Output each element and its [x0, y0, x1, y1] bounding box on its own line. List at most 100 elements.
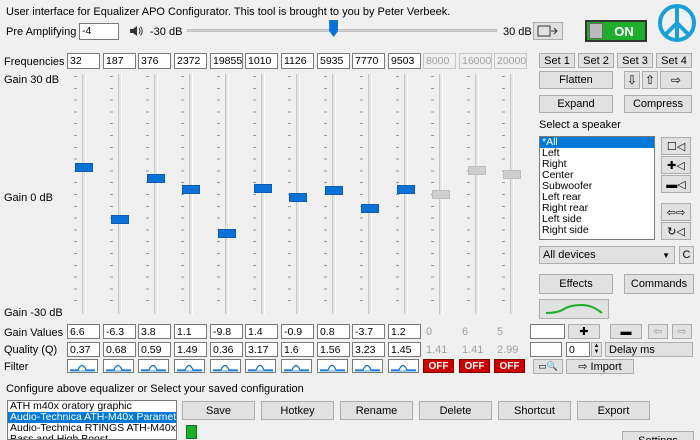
gain-slider-thumb[interactable] — [182, 185, 200, 195]
gain-slider-thumb[interactable] — [218, 228, 236, 238]
shortcut-button[interactable]: Shortcut — [498, 401, 571, 420]
shift-down-button[interactable]: ⇩ — [624, 71, 640, 89]
quality-value-input[interactable]: 3.17 — [245, 342, 278, 357]
gain-slider-track[interactable] — [368, 74, 372, 314]
filter-peak-button[interactable] — [352, 359, 383, 373]
filter-off-button[interactable]: OFF — [423, 359, 454, 373]
save-button[interactable]: Save — [182, 401, 255, 420]
frequency-input[interactable]: 1126 — [281, 53, 314, 69]
remove-band-button[interactable]: ▬ — [610, 324, 642, 339]
flatten-button[interactable]: Flatten — [539, 71, 613, 89]
frequency-input[interactable]: 19855 — [210, 53, 243, 69]
gain-slider-track[interactable] — [225, 74, 229, 314]
gain-value-input[interactable]: 6.6 — [67, 324, 100, 339]
filter-peak-button[interactable] — [245, 359, 276, 373]
c-button[interactable]: C — [679, 246, 694, 264]
gain-value-input[interactable]: -6.3 — [103, 324, 136, 339]
speaker-listbox[interactable]: *All Left Right Center Subwoofer Left rear Rig… — [539, 136, 655, 240]
frequency-input[interactable]: 9503 — [388, 53, 421, 69]
speaker-list-item[interactable]: Right side — [540, 225, 654, 236]
quality-value-input[interactable]: 1.45 — [388, 342, 421, 357]
filter-peak-button[interactable] — [281, 359, 312, 373]
frequency-input[interactable]: 2372 — [174, 53, 207, 69]
export-button[interactable]: Export — [577, 401, 650, 420]
gain-slider-track[interactable] — [475, 74, 479, 314]
gain-slider-track[interactable] — [154, 74, 158, 314]
gain-value-input[interactable]: -3.7 — [352, 324, 385, 339]
filter-peak-button[interactable] — [317, 359, 348, 373]
analyze-button[interactable]: ▭🔍 — [533, 359, 563, 374]
quality-value-input[interactable]: 0.68 — [103, 342, 136, 357]
filter-peak-button[interactable] — [174, 359, 205, 373]
quality-value-input[interactable]: 1.56 — [317, 342, 350, 357]
gain-slider-track[interactable] — [118, 74, 122, 314]
gain-slider-thumb[interactable] — [289, 193, 307, 203]
delay-ms-button[interactable]: Delay ms — [605, 342, 693, 357]
extra-gain-field[interactable] — [530, 324, 565, 339]
commands-button[interactable]: Commands — [624, 274, 694, 294]
gain-slider-track[interactable] — [261, 74, 265, 314]
set-button[interactable]: Set 3 — [617, 53, 653, 68]
frequency-input[interactable]: 5935 — [317, 53, 350, 69]
rename-button[interactable]: Rename — [340, 401, 413, 420]
pre-amp-slider-track[interactable] — [187, 29, 497, 32]
gain-slider-thumb[interactable] — [468, 165, 486, 175]
delete-button[interactable]: Delete — [419, 401, 492, 420]
filter-peak-button[interactable] — [210, 359, 241, 373]
speaker-minus-button[interactable]: ▬◁ — [661, 175, 691, 193]
expand-button[interactable]: Expand — [539, 95, 613, 113]
add-band-button[interactable]: ✚ — [568, 324, 600, 339]
quality-value-input[interactable]: 3.23 — [352, 342, 385, 357]
gain-slider-thumb[interactable] — [397, 184, 415, 194]
delay-spinner[interactable]: ▲ ▼ — [591, 342, 602, 357]
speaker-swap-button[interactable]: ⇦⇨ — [661, 203, 691, 221]
window-resize-button[interactable] — [533, 22, 563, 40]
gain-value-input[interactable]: 1.2 — [388, 324, 421, 339]
set-button[interactable]: Set 1 — [539, 53, 575, 68]
filter-peak-button[interactable] — [67, 359, 98, 373]
filter-peak-button[interactable] — [138, 359, 169, 373]
gain-slider-track[interactable] — [510, 74, 514, 314]
shift-up-button[interactable]: ⇧ — [642, 71, 658, 89]
frequency-input[interactable]: 1010 — [245, 53, 278, 69]
frequency-input[interactable]: 187 — [103, 53, 136, 69]
gain-value-input[interactable]: 3.8 — [138, 324, 171, 339]
frequency-input[interactable]: 32 — [67, 53, 100, 69]
filter-peak-button[interactable] — [103, 359, 134, 373]
config-listbox[interactable]: ATH m40x oratory graphic Audio-Technica A… — [7, 400, 177, 440]
delay-input[interactable]: 0 — [566, 342, 590, 357]
gain-slider-track[interactable] — [404, 74, 408, 314]
gain-value-input[interactable]: -9.8 — [210, 324, 243, 339]
gain-value-input[interactable]: 1.1 — [174, 324, 207, 339]
power-toggle[interactable]: ON — [585, 20, 647, 42]
quality-value-input[interactable]: 0.37 — [67, 342, 100, 357]
shift-band-right-button[interactable]: ⇨ — [672, 324, 692, 339]
pre-amp-slider-thumb[interactable] — [329, 20, 339, 37]
speaker-add-button[interactable]: ☐◁ — [661, 137, 691, 155]
gain-value-input[interactable]: -0.9 — [281, 324, 314, 339]
config-list-item[interactable]: Bass and High Boost — [8, 434, 176, 440]
frequency-input[interactable]: 16000 — [459, 53, 492, 69]
frequency-input[interactable]: 8000 — [423, 53, 456, 69]
frequency-input[interactable]: 376 — [138, 53, 171, 69]
frequency-input[interactable]: 7770 — [352, 53, 385, 69]
gain-slider-thumb[interactable] — [75, 163, 93, 173]
frequency-input[interactable]: 20000 — [494, 53, 527, 69]
compress-button[interactable]: Compress — [624, 95, 692, 113]
quality-value-input[interactable]: 0.36 — [210, 342, 243, 357]
filter-off-button[interactable]: OFF — [494, 359, 525, 373]
speaker-volume-icon[interactable] — [128, 23, 144, 42]
gain-value-input[interactable]: 1.4 — [245, 324, 278, 339]
extra-quality-field[interactable] — [530, 342, 562, 357]
effects-button[interactable]: Effects — [539, 274, 613, 294]
import-button[interactable]: ⇨ Import — [566, 359, 634, 374]
settings-button[interactable]: Settings — [622, 431, 694, 440]
gain-slider-thumb[interactable] — [147, 174, 165, 184]
device-select[interactable]: All devices ▼ — [539, 246, 675, 264]
gain-slider-thumb[interactable] — [432, 189, 450, 199]
set-button[interactable]: Set 4 — [656, 53, 692, 68]
shift-band-left-button[interactable]: ⇦ — [648, 324, 668, 339]
speaker-rotate-button[interactable]: ↻◁ — [661, 222, 691, 240]
pre-amp-input[interactable]: -4 — [79, 23, 119, 40]
gain-value-input[interactable]: 0.8 — [317, 324, 350, 339]
